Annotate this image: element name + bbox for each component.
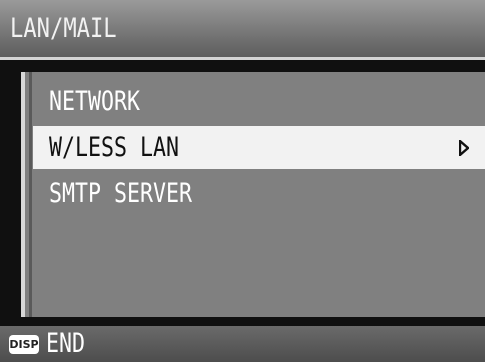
menu-item-network[interactable]: NETWORK — [33, 80, 485, 123]
end-label: END — [46, 328, 86, 359]
menu-panel: NETWORK W/LESS LAN SMTP SERVER — [21, 72, 485, 317]
title-bar: LAN/MAIL — [0, 0, 485, 60]
menu-item-label: SMTP SERVER — [49, 178, 193, 209]
menu-item-label: W/LESS LAN — [49, 132, 180, 163]
menu-item-wireless-lan[interactable]: W/LESS LAN — [33, 126, 485, 169]
menu-item-smtp-server[interactable]: SMTP SERVER — [33, 172, 485, 215]
bottom-bar: DISP END — [0, 326, 485, 362]
disp-button-icon[interactable]: DISP — [9, 335, 39, 354]
right-triangle-icon — [459, 140, 469, 156]
menu-item-label: NETWORK — [49, 86, 141, 117]
camera-screen: LAN/MAIL NETWORK W/LESS LAN SMTP SERVER … — [0, 0, 485, 362]
page-title: LAN/MAIL — [10, 13, 117, 44]
